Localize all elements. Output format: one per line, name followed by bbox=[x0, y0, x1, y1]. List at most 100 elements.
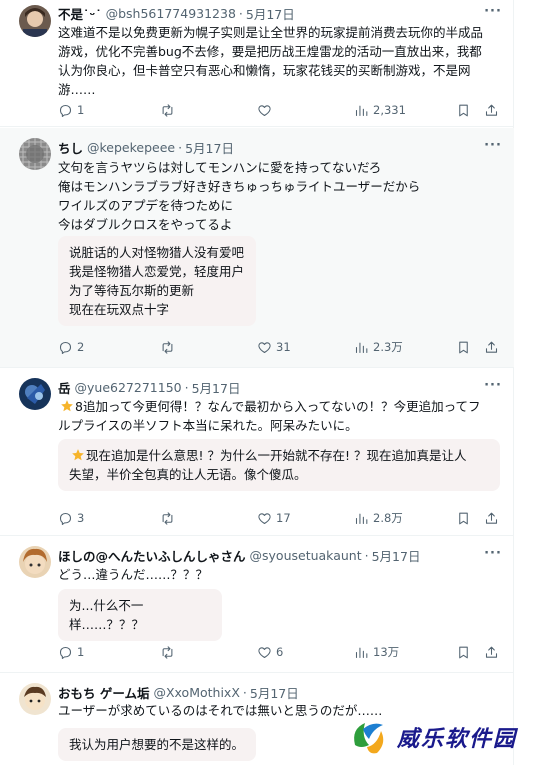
share-icon bbox=[485, 341, 498, 353]
like-button[interactable]: 17 bbox=[257, 508, 291, 528]
tweet-date[interactable]: 5月17日 bbox=[250, 683, 299, 701]
tweet-date[interactable]: 5月17日 bbox=[192, 378, 241, 396]
user-handle[interactable]: @bsh561774931238 bbox=[106, 6, 236, 21]
bookmark-button[interactable] bbox=[456, 642, 471, 662]
share-icon bbox=[485, 104, 498, 116]
views-button[interactable]: 2.3万 bbox=[354, 337, 403, 357]
share-button[interactable] bbox=[484, 337, 499, 357]
display-name[interactable]: ほしの@へんたいふしんしゃさん bbox=[58, 546, 246, 564]
separator-dot: · bbox=[178, 139, 183, 155]
bookmark-button[interactable] bbox=[456, 508, 471, 528]
views-button[interactable]: 13万 bbox=[354, 642, 399, 662]
avatar[interactable] bbox=[19, 5, 51, 37]
tweet-actions: 3 17 2.8万 bbox=[58, 508, 502, 528]
tweet[interactable]: 不是˙ᵕ˙ @bsh561774931238 · 5月17日 ··· 这难道不是… bbox=[0, 0, 514, 127]
share-icon bbox=[485, 646, 498, 658]
reply-button[interactable]: 1 bbox=[58, 100, 84, 120]
like-count: 31 bbox=[276, 340, 291, 354]
star-emoji bbox=[72, 449, 84, 461]
separator-dot: · bbox=[238, 5, 243, 21]
more-options-icon[interactable]: ··· bbox=[484, 138, 502, 154]
reply-icon bbox=[59, 104, 72, 117]
retweet-icon bbox=[162, 340, 173, 354]
avatar[interactable] bbox=[19, 546, 51, 578]
bookmark-button[interactable] bbox=[456, 100, 471, 120]
tweet-actions: 1 6 13万 bbox=[58, 642, 502, 662]
share-icon bbox=[485, 512, 498, 524]
like-button[interactable] bbox=[257, 100, 276, 120]
more-options-icon[interactable]: ··· bbox=[484, 378, 502, 394]
translation-box: 我认为用户想要的不是这样的。 bbox=[58, 728, 256, 761]
user-handle[interactable]: @kepekepeee bbox=[87, 140, 175, 155]
views-icon bbox=[355, 105, 368, 116]
bookmark-button[interactable] bbox=[456, 337, 471, 357]
separator-dot: · bbox=[242, 684, 247, 700]
watermark: 威乐软件园 bbox=[347, 712, 537, 762]
user-handle[interactable]: @XxoMothixX bbox=[153, 685, 239, 700]
heart-icon bbox=[258, 512, 271, 524]
avatar[interactable] bbox=[19, 683, 51, 715]
more-options-icon[interactable]: ··· bbox=[484, 4, 502, 20]
more-options-icon[interactable]: ··· bbox=[484, 546, 502, 562]
heart-icon bbox=[258, 341, 271, 353]
display-name[interactable]: ちし bbox=[58, 138, 83, 156]
like-button[interactable]: 6 bbox=[257, 642, 283, 662]
avatar[interactable] bbox=[19, 378, 51, 410]
view-count: 2,331 bbox=[373, 103, 406, 117]
bookmark-icon bbox=[459, 104, 468, 116]
tweet-header: ほしの@へんたいふしんしゃさん @syousetuakaunt · 5月17日 bbox=[58, 546, 484, 564]
retweet-button[interactable] bbox=[160, 337, 179, 357]
watermark-logo bbox=[354, 723, 384, 754]
view-count: 2.3万 bbox=[373, 340, 403, 354]
like-count: 17 bbox=[276, 511, 291, 525]
reply-button[interactable]: 3 bbox=[58, 508, 84, 528]
translation-box: 说脏话的人对怪物猎人没有爱吧 我是怪物猎人恋爱党，轻度用户 为了等待瓦尔斯的更新… bbox=[58, 236, 256, 326]
right-gutter bbox=[515, 0, 540, 765]
reply-button[interactable]: 2 bbox=[58, 337, 84, 357]
separator-dot: · bbox=[184, 379, 189, 395]
share-button[interactable] bbox=[484, 100, 499, 120]
tweet-text: 8追加って今更何得！？なんで最初から入ってないの！？今更追加ってフ ルプライスの… bbox=[58, 399, 481, 433]
avatar[interactable] bbox=[19, 138, 51, 170]
tweet-date[interactable]: 5月17日 bbox=[185, 138, 234, 156]
translation-box: 现在追加是什么意思! ？为什么一开始就不存在! ？现在追加真是让人 失望，半价全… bbox=[58, 439, 500, 491]
tweet-text: 文句を言うヤツらは対してモンハンに愛を持ってないだろ 俺はモンハンラブラブ好き好… bbox=[58, 160, 421, 232]
retweet-button[interactable] bbox=[160, 642, 179, 662]
retweet-button[interactable] bbox=[160, 508, 179, 528]
user-handle[interactable]: @syousetuakaunt bbox=[250, 548, 362, 563]
tweet-actions: 2 31 2.3万 bbox=[58, 337, 502, 357]
bookmark-icon bbox=[459, 341, 468, 353]
translation-box: 为...什么不一样……？？？ bbox=[58, 589, 222, 641]
views-button[interactable]: 2,331 bbox=[354, 100, 406, 120]
tweet[interactable]: 岳 @yue627271150 · 5月17日 ··· 8追加って今更何得！？な… bbox=[0, 369, 514, 536]
user-handle[interactable]: @yue627271150 bbox=[75, 380, 182, 395]
tweet-header: おもち ゲーム垢 @XxoMothixX · 5月17日 bbox=[58, 683, 484, 701]
tweet[interactable]: ちし @kepekepeee · 5月17日 ··· 文句を言うヤツらは対してモ… bbox=[0, 128, 514, 368]
views-icon bbox=[355, 647, 368, 658]
tweet-date[interactable]: 5月17日 bbox=[246, 4, 295, 22]
retweet-button[interactable] bbox=[160, 100, 179, 120]
reply-button[interactable]: 1 bbox=[58, 642, 84, 662]
share-button[interactable] bbox=[484, 642, 499, 662]
tweet-header: 不是˙ᵕ˙ @bsh561774931238 · 5月17日 bbox=[58, 4, 484, 22]
tweet-date[interactable]: 5月17日 bbox=[372, 546, 421, 564]
display-name[interactable]: おもち ゲーム垢 bbox=[58, 683, 149, 701]
share-button[interactable] bbox=[484, 508, 499, 528]
views-button[interactable]: 2.8万 bbox=[354, 508, 403, 528]
separator-dot: · bbox=[364, 547, 369, 563]
bookmark-icon bbox=[459, 512, 468, 524]
star-emoji bbox=[61, 400, 73, 412]
view-count: 13万 bbox=[373, 645, 400, 659]
tweet-header: 岳 @yue627271150 · 5月17日 bbox=[58, 378, 484, 396]
display-name[interactable]: 岳 bbox=[58, 378, 71, 396]
reply-count: 3 bbox=[77, 511, 85, 525]
tweet-text: どう…違うんだ……？？？ bbox=[58, 567, 209, 582]
display-name[interactable]: 不是˙ᵕ˙ bbox=[58, 4, 102, 22]
reply-count: 2 bbox=[77, 340, 85, 354]
retweet-icon bbox=[162, 645, 173, 659]
like-button[interactable]: 31 bbox=[257, 337, 291, 357]
reply-count: 1 bbox=[77, 645, 85, 659]
reply-count: 1 bbox=[77, 103, 85, 117]
tweet[interactable]: ほしの@へんたいふしんしゃさん @syousetuakaunt · 5月17日 … bbox=[0, 537, 514, 673]
tweet-header: ちし @kepekepeee · 5月17日 bbox=[58, 138, 484, 156]
